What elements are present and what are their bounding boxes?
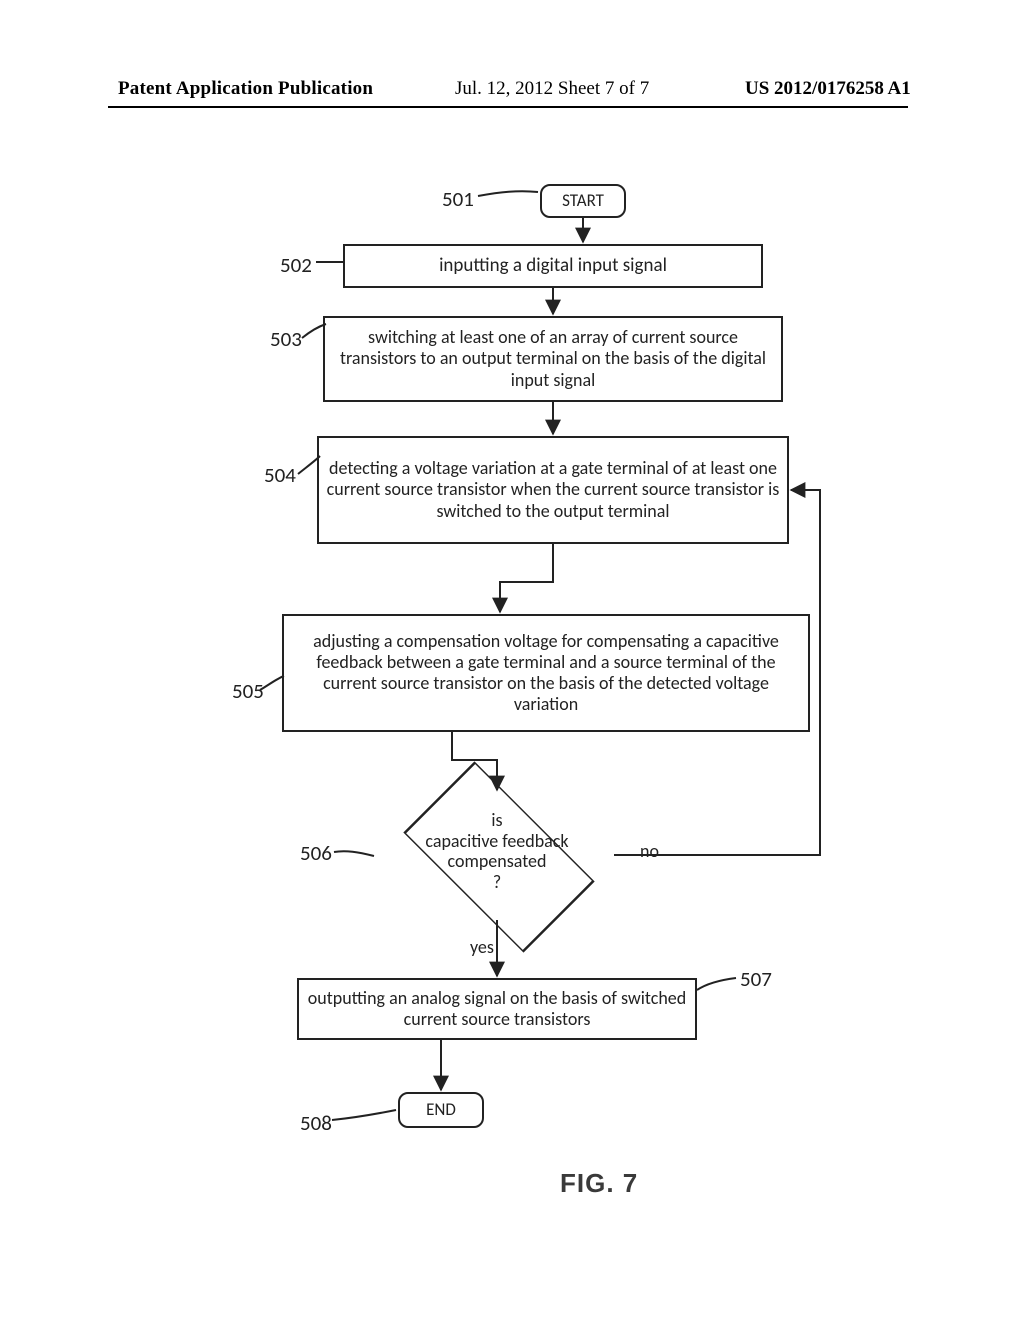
patent-page: Patent Application Publication Jul. 12, … [0, 0, 1024, 1320]
decision-line2: capacitive feedback [380, 831, 614, 852]
figure-caption: FIG. 7 [560, 1168, 638, 1199]
label-503: 503 [270, 326, 302, 352]
node-506-decision: is capacitive feedback compensated ? [380, 786, 614, 924]
node-end: END [398, 1092, 484, 1128]
branch-no: no [640, 840, 659, 862]
node-505-text: adjusting a compensation voltage for com… [290, 631, 802, 716]
node-504-text: detecting a voltage variation at a gate … [325, 458, 781, 522]
node-start: START [540, 184, 626, 218]
node-504: detecting a voltage variation at a gate … [317, 436, 789, 544]
label-508: 508 [300, 1110, 332, 1136]
branch-yes: yes [470, 936, 494, 958]
node-502: inputting a digital input signal [343, 244, 763, 288]
node-503-text: switching at least one of an array of cu… [331, 327, 775, 391]
node-503: switching at least one of an array of cu… [323, 316, 783, 402]
decision-line4: ? [380, 872, 614, 893]
node-507: outputting an analog signal on the basis… [297, 978, 697, 1040]
label-504: 504 [264, 462, 296, 488]
label-507: 507 [740, 966, 772, 992]
decision-line3: compensated [380, 851, 614, 872]
node-507-text: outputting an analog signal on the basis… [305, 988, 689, 1030]
label-505: 505 [232, 678, 264, 704]
label-506: 506 [300, 840, 332, 866]
decision-text: is capacitive feedback compensated ? [380, 810, 614, 893]
label-501: 501 [442, 186, 474, 212]
label-502: 502 [280, 252, 312, 278]
decision-line1: is [380, 810, 614, 831]
node-505: adjusting a compensation voltage for com… [282, 614, 810, 732]
flowchart: START 501 inputting a digital input sign… [0, 0, 1024, 1320]
